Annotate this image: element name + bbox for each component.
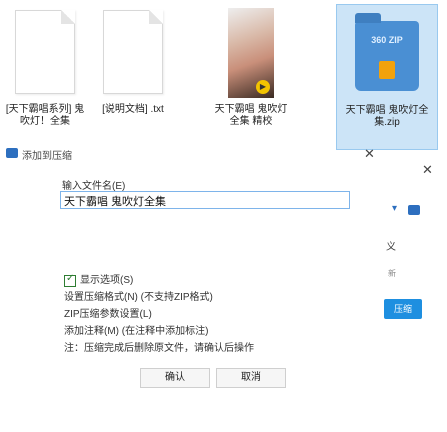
play-badge-icon: ▶ — [256, 80, 270, 94]
folder-icon — [6, 148, 18, 158]
file-item[interactable]: ▶ 天下霸唱 鬼吹灯全集 精校 — [208, 4, 294, 150]
option-zip-params[interactable]: ZIP压缩参数设置(L) — [64, 308, 152, 321]
file-name: 天下霸唱 鬼吹灯全集 精校 — [214, 104, 288, 127]
option-comment[interactable]: 添加注释(M) (在注释中添加标注) — [64, 325, 208, 338]
cancel-button[interactable]: 取消 — [216, 368, 286, 388]
image-file-icon: ▶ — [228, 8, 274, 98]
option-format[interactable]: 设置压缩格式(N) (不支持ZIP格式) — [64, 291, 213, 304]
file-grid: [天下霸唱系列] 鬼吹灯！全集 [说明文档] .txt ▶ 天下霸唱 鬼吹灯全集… — [0, 0, 447, 160]
folder-browse-icon[interactable] — [408, 205, 420, 215]
file-name: [天下霸唱系列] 鬼吹灯！全集 — [5, 104, 85, 127]
filename-input[interactable]: 天下霸唱 鬼吹灯全集 — [60, 191, 350, 209]
zip-icon-label: 360 ZIP — [371, 35, 403, 45]
zipper-lock-icon — [379, 61, 395, 79]
file-name: 天下霸唱 鬼吹灯全集.zip — [345, 105, 429, 128]
side-label: 义 — [386, 242, 396, 253]
file-name: [说明文档] .txt — [102, 104, 164, 115]
breadcrumb: 添加到压缩 — [22, 151, 72, 162]
checkbox-checked[interactable] — [64, 273, 76, 287]
file-item[interactable]: [说明文档] .txt — [90, 4, 176, 150]
compress-button[interactable]: 压缩 — [384, 299, 422, 319]
text-file-icon — [15, 10, 75, 94]
side-label-small: 新 — [388, 269, 396, 278]
option-show[interactable]: 显示选项(S) — [80, 274, 133, 287]
file-item-selected[interactable]: 360 ZIP 天下霸唱 鬼吹灯全集.zip — [336, 4, 438, 150]
option-note: 注：压缩完成后删除原文件，请确认后操作 — [64, 343, 254, 354]
file-item[interactable]: [天下霸唱系列] 鬼吹灯！全集 — [2, 4, 88, 150]
chevron-down-icon[interactable]: ▾ — [392, 203, 397, 214]
zip-archive-icon: 360 ZIP — [355, 13, 419, 91]
ok-button[interactable]: 确认 — [140, 368, 210, 388]
text-file-icon — [103, 10, 163, 94]
close-icon[interactable]: ✕ — [364, 146, 375, 162]
filename-label: 输入文件名(E) — [62, 181, 126, 192]
close-icon[interactable]: ✕ — [422, 162, 433, 178]
